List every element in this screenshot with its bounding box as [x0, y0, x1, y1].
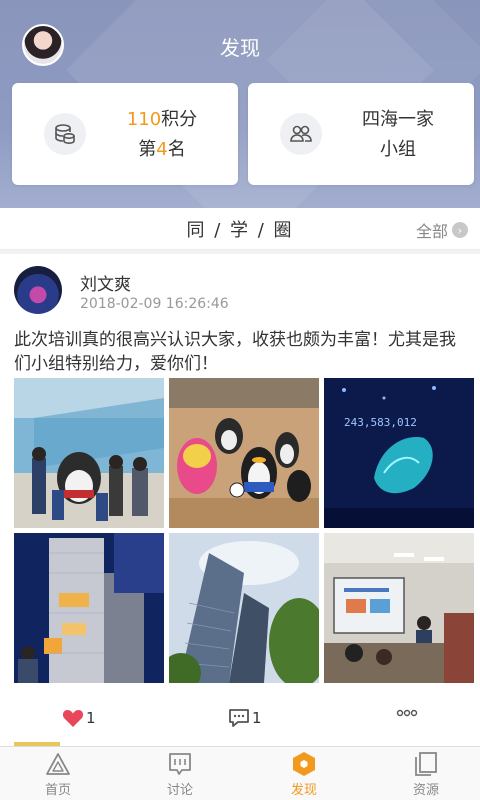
coins-database-icon: [44, 113, 86, 155]
post-photo[interactable]: 243,583,012: [324, 378, 474, 528]
comment-bubble-icon: [229, 709, 249, 727]
like-count: 1: [86, 709, 96, 727]
home-triangle-icon: [46, 753, 70, 775]
post-content: 此次培训真的很高兴认识大家，收获也颇为丰富！尤其是我们小组特别给力，爱你们！: [14, 330, 456, 374]
tab-discover[interactable]: 发现: [264, 751, 344, 799]
bottom-tab-bar: 首页 讨论 发现 资源: [0, 746, 480, 800]
post-author-name[interactable]: 刘文爽: [80, 270, 131, 295]
post-photo[interactable]: [14, 533, 164, 683]
heart-icon: [62, 710, 84, 727]
rank-suffix: 名: [167, 139, 186, 160]
points-unit: 积分: [161, 109, 198, 130]
tab-label: 发现: [290, 783, 317, 798]
chat-board-icon: [169, 753, 191, 775]
post-actions: 1 1: [0, 704, 480, 734]
post-author-avatar[interactable]: [14, 266, 62, 314]
post-photo[interactable]: [169, 378, 319, 528]
rank-prefix: 第: [138, 139, 157, 160]
points-info: 110积分 第4名: [102, 105, 222, 165]
tab-resources[interactable]: 资源: [386, 751, 466, 799]
photo-overlay-text: 243,583,012: [344, 416, 417, 429]
like-button[interactable]: 1: [62, 708, 96, 728]
group-name-line2: 小组: [380, 139, 416, 160]
points-card[interactable]: 110积分 第4名: [12, 83, 238, 185]
tab-discussion[interactable]: 讨论: [140, 751, 220, 799]
comment-button[interactable]: 1: [228, 708, 262, 728]
see-all-link[interactable]: 全部 ›: [416, 218, 468, 242]
chevron-right-icon: ›: [452, 222, 468, 238]
group-card[interactable]: 四海一家 小组: [248, 83, 474, 185]
group-info: 四海一家 小组: [338, 105, 458, 165]
points-value: 110: [126, 109, 162, 130]
tab-label: 讨论: [166, 783, 193, 798]
section-header: 同 / 学 / 圈 全部 ›: [0, 208, 480, 250]
page-title: 发现: [220, 36, 260, 60]
more-options-button[interactable]: [396, 708, 418, 718]
group-name-line1: 四海一家: [362, 109, 434, 130]
section-title: 同 / 学 / 圈: [186, 220, 294, 241]
documents-icon: [415, 752, 437, 776]
comment-count: 1: [252, 709, 262, 727]
post-photo[interactable]: [324, 533, 474, 683]
tab-label: 资源: [412, 783, 439, 798]
rank-value: 4: [156, 139, 168, 160]
post-photo[interactable]: [14, 378, 164, 528]
feed-post: 刘文爽 2018-02-09 16:26:46 此次培训真的很高兴认识大家，收获…: [0, 254, 480, 746]
post-photo[interactable]: [169, 533, 319, 683]
group-people-icon: [280, 113, 322, 155]
tab-home[interactable]: 首页: [18, 751, 98, 799]
more-dots-icon: [396, 709, 418, 717]
discover-hexagon-icon: [293, 752, 315, 776]
see-all-label: 全部: [415, 222, 448, 241]
tab-label: 首页: [44, 783, 71, 798]
post-timestamp: 2018-02-09 16:26:46: [80, 296, 229, 312]
